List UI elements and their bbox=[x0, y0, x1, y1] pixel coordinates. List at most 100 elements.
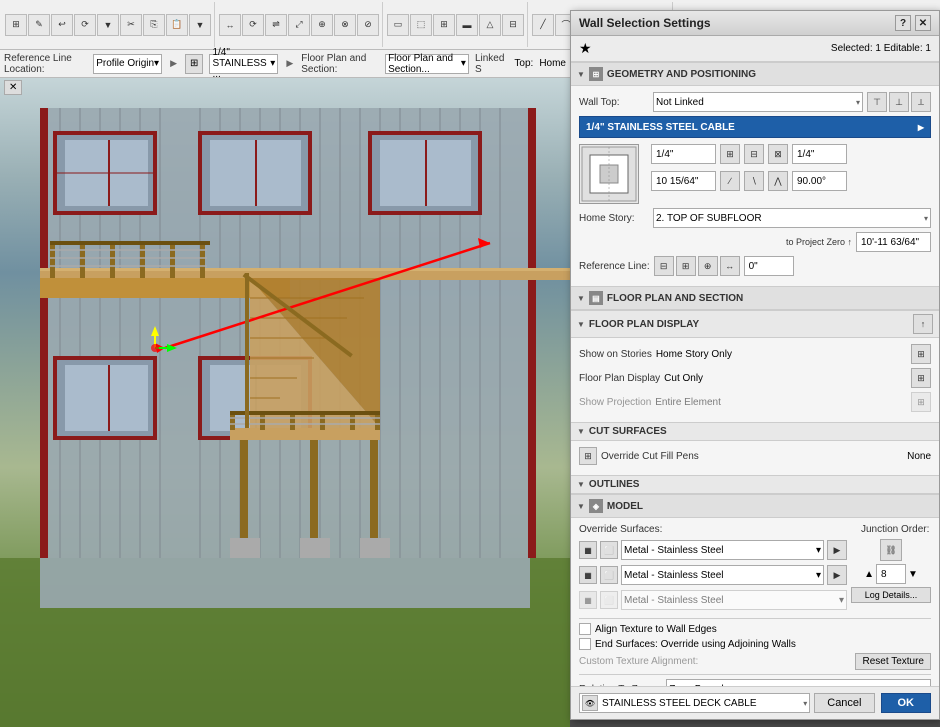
home-story-row: Home Story: 2. TOP OF SUBFLOOR ▾ bbox=[579, 208, 931, 228]
tb-btn-8[interactable]: 📋 bbox=[166, 14, 188, 36]
surface2-dropdown[interactable]: Metal - Stainless Steel ▾ bbox=[621, 565, 824, 585]
ref-line-icon3[interactable]: ⊕ bbox=[698, 256, 718, 276]
floor-plan-section-header[interactable]: ▼ ▤ FLOOR PLAN AND SECTION bbox=[571, 286, 939, 310]
tb-3[interactable]: ⊕ bbox=[311, 14, 333, 36]
surface1-more[interactable]: ▶ bbox=[827, 540, 847, 560]
dim2-row: 10 15/64" ∕ ∖ ⋀ 90.00° bbox=[651, 171, 931, 191]
tb-btn-6[interactable]: ✂ bbox=[120, 14, 142, 36]
dim2-input[interactable]: 10 15/64" bbox=[651, 171, 716, 191]
show-projection-row: Show Projection Entire Element ⊞ bbox=[579, 392, 931, 412]
surface-row-2: ▦ ⬜ Metal - Stainless Steel ▾ ▶ bbox=[579, 564, 847, 586]
junction-link-icon[interactable]: ⛓ bbox=[880, 539, 902, 561]
junction-value-input[interactable]: 8 bbox=[876, 564, 906, 584]
end-surfaces-checkbox[interactable] bbox=[579, 638, 591, 650]
dim1-row: 1/4" ⊞ ⊟ ⊠ 1/4" bbox=[651, 144, 931, 164]
tb-window[interactable]: ⊞ bbox=[433, 14, 455, 36]
floor-plan-dropdown[interactable]: Floor Plan and Section... ▾ bbox=[385, 54, 469, 74]
wall-top-icon3[interactable]: ⟂ bbox=[911, 92, 931, 112]
footer-type-dropdown[interactable]: 👁 STAINLESS STEEL DECK CABLE ▾ bbox=[579, 693, 810, 713]
ref-line-dropdown[interactable]: Profile Origin ▾ bbox=[93, 54, 162, 74]
tb-wall[interactable]: ▭ bbox=[387, 14, 409, 36]
home-story-label: Home Story: bbox=[579, 213, 649, 224]
tb-line[interactable]: ╱ bbox=[532, 14, 554, 36]
fp-display-icon[interactable]: ⊞ bbox=[911, 368, 931, 388]
junction-order-label: Junction Order: bbox=[861, 524, 931, 535]
dialog-close-btn[interactable]: ✕ bbox=[915, 15, 931, 31]
ref-line-input[interactable]: 0" bbox=[744, 256, 794, 276]
wall-top-icon2[interactable]: ⊥ bbox=[889, 92, 909, 112]
dim2-icon2[interactable]: ∖ bbox=[744, 171, 764, 191]
ref-line-icon4[interactable]: ↔ bbox=[720, 256, 740, 276]
dim1-icon2[interactable]: ⊟ bbox=[744, 144, 764, 164]
override-cut-icon[interactable]: ⊞ bbox=[579, 447, 597, 465]
dim3-input[interactable]: 1/4" bbox=[792, 144, 847, 164]
floor-plan-display-content: Show on Stories Home Story Only ⊞ Floor … bbox=[571, 338, 939, 422]
tb-door[interactable]: ⬚ bbox=[410, 14, 432, 36]
surface-row-1: ▦ ⬜ Metal - Stainless Steel ▾ ▶ bbox=[579, 539, 847, 561]
toolbar-section-3: ▭ ⬚ ⊞ ▬ △ ⊟ bbox=[384, 2, 528, 47]
project-zero-input[interactable]: 10'-11 63/64" bbox=[856, 232, 931, 252]
wall-type-dropdown[interactable]: 1/4" STAINLESS STEEL CABLE ▶ bbox=[579, 116, 931, 138]
dim4-input[interactable]: 90.00° bbox=[792, 171, 847, 191]
surface1-dropdown[interactable]: Metal - Stainless Steel ▾ bbox=[621, 540, 824, 560]
geometry-section-header[interactable]: ▼ ⊞ GEOMETRY AND POSITIONING bbox=[571, 62, 939, 86]
surface1-icon: ▦ bbox=[579, 541, 597, 559]
dim1-input[interactable]: 1/4" bbox=[651, 144, 716, 164]
ref-line-label2: Reference Line: bbox=[579, 261, 650, 272]
outlines-collapse-icon: ▼ bbox=[577, 480, 585, 489]
linked-label: Linked S bbox=[475, 53, 504, 75]
geometry-content: Wall Top: Not Linked ▾ ⊤ ⊥ ⟂ 1/4" STAINL… bbox=[571, 86, 939, 286]
tb-btn-1[interactable]: ⊞ bbox=[5, 14, 27, 36]
fpdisplay-action-icon[interactable]: ↑ bbox=[913, 314, 933, 334]
viewport-close[interactable]: ✕ bbox=[4, 80, 22, 95]
footer-type-icon: 👁 bbox=[582, 695, 598, 711]
dialog-topbar: ★ Selected: 1 Editable: 1 bbox=[571, 36, 939, 62]
tb-btn-3[interactable]: ↩ bbox=[51, 14, 73, 36]
dim2-icon3[interactable]: ⋀ bbox=[768, 171, 788, 191]
favorite-star[interactable]: ★ bbox=[579, 40, 592, 57]
ref-line-icon2[interactable]: ⊞ bbox=[676, 256, 696, 276]
structure-dropdown[interactable]: 1/4" STAINLESS ... ▾ bbox=[209, 54, 278, 74]
outlines-header[interactable]: ▼ OUTLINES bbox=[571, 475, 939, 494]
tb-btn-4[interactable]: ⟳ bbox=[74, 14, 96, 36]
ok-button[interactable]: OK bbox=[881, 693, 932, 713]
dim2-icon1[interactable]: ∕ bbox=[720, 171, 740, 191]
footer-type-label: STAINLESS STEEL DECK CABLE bbox=[602, 698, 799, 709]
structure-btn[interactable]: ⊞ bbox=[185, 54, 203, 74]
tb-4[interactable]: ⊗ bbox=[334, 14, 356, 36]
cut-surfaces-header[interactable]: ▼ CUT SURFACES bbox=[571, 422, 939, 441]
wall-top-icon1[interactable]: ⊤ bbox=[867, 92, 887, 112]
wall-top-row: Wall Top: Not Linked ▾ ⊤ ⊥ ⟂ bbox=[579, 92, 931, 112]
tb-move[interactable]: ↔ bbox=[219, 14, 241, 36]
reset-texture-btn[interactable]: Reset Texture bbox=[855, 653, 931, 670]
wall-top-dropdown[interactable]: Not Linked ▾ bbox=[653, 92, 863, 112]
tb-stair[interactable]: ⊟ bbox=[502, 14, 524, 36]
surfaces-list: ▦ ⬜ Metal - Stainless Steel ▾ ▶ ▦ ⬜ Me bbox=[579, 539, 847, 614]
dim1-icon1[interactable]: ⊞ bbox=[720, 144, 740, 164]
tb-slab[interactable]: ▬ bbox=[456, 14, 478, 36]
tb-btn-7[interactable]: ⎘ bbox=[143, 14, 165, 36]
show-projection-icon[interactable]: ⊞ bbox=[911, 392, 931, 412]
toolbar-row-2: Reference Line Location: Profile Origin … bbox=[0, 50, 570, 78]
model-section-header[interactable]: ▼ ◈ MODEL bbox=[571, 494, 939, 518]
relation-zones-dropdown[interactable]: Zone Boundary ▾ bbox=[666, 679, 931, 686]
show-stories-icon[interactable]: ⊞ bbox=[911, 344, 931, 364]
tb-btn-2[interactable]: ✎ bbox=[28, 14, 50, 36]
tb-rotate[interactable]: ⟳ bbox=[242, 14, 264, 36]
ref-line-icon1[interactable]: ⊟ bbox=[654, 256, 674, 276]
tb-roof[interactable]: △ bbox=[479, 14, 501, 36]
custom-texture-label: Custom Texture Alignment: bbox=[579, 656, 698, 667]
tb-5[interactable]: ⊘ bbox=[357, 14, 379, 36]
align-texture-checkbox[interactable] bbox=[579, 623, 591, 635]
dialog-help-btn[interactable]: ? bbox=[895, 15, 911, 31]
floor-plan-display-header[interactable]: ▼ FLOOR PLAN DISPLAY ↑ bbox=[571, 310, 939, 338]
home-story-dropdown[interactable]: 2. TOP OF SUBFLOOR ▾ bbox=[653, 208, 931, 228]
surface2-more[interactable]: ▶ bbox=[827, 565, 847, 585]
tb-btn-9[interactable]: ▼ bbox=[189, 14, 211, 36]
tb-scale[interactable]: ⤢ bbox=[288, 14, 310, 36]
tb-mirror[interactable]: ⇌ bbox=[265, 14, 287, 36]
log-details-btn[interactable]: Log Details... bbox=[851, 587, 931, 603]
cancel-button[interactable]: Cancel bbox=[814, 693, 874, 713]
dim1-icon3[interactable]: ⊠ bbox=[768, 144, 788, 164]
tb-btn-5[interactable]: ▼ bbox=[97, 14, 119, 36]
